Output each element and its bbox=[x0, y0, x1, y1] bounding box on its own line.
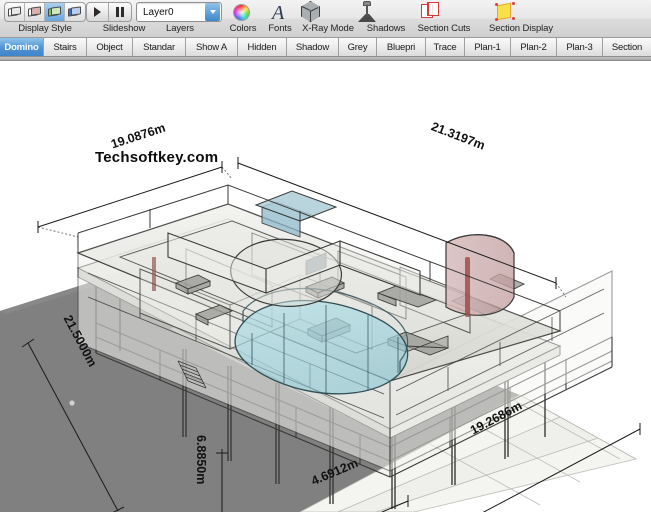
toolbar-labels-row: Display Style Slideshow Layers Colors Fo… bbox=[0, 23, 651, 38]
font-letter-a-icon: A bbox=[272, 2, 285, 24]
pause-icon bbox=[116, 7, 124, 17]
scene-tab-plan-1[interactable]: Plan-1 bbox=[465, 38, 511, 56]
xray-cube-icon bbox=[301, 1, 320, 22]
scene-tab-stairs[interactable]: Stairs bbox=[44, 38, 87, 56]
colors-button[interactable] bbox=[232, 3, 252, 22]
application-window: Layer0 A Display Style Slideshow Layers … bbox=[0, 0, 651, 512]
scene-tab-label: Object bbox=[96, 41, 123, 53]
scene-tab-label: Hidden bbox=[247, 41, 277, 53]
scene-tab-plan-2[interactable]: Plan-2 bbox=[511, 38, 557, 56]
wireframe-book-icon bbox=[7, 6, 22, 18]
scene-tab-plan-3[interactable]: Plan-3 bbox=[557, 38, 603, 56]
scene-tab-label: Bluepri bbox=[386, 41, 416, 53]
scene-tab-label: Shadow bbox=[295, 41, 330, 53]
slideshow-button-group[interactable] bbox=[86, 2, 132, 22]
scene-tab-label: Show A bbox=[195, 41, 227, 53]
scene-tab-label: Domino bbox=[4, 41, 39, 53]
scene-tab-label: Section bbox=[611, 41, 643, 53]
dim-height: 6.8850m bbox=[194, 435, 208, 485]
section-display-icon bbox=[495, 2, 516, 22]
play-icon bbox=[94, 7, 101, 17]
curved-screen-wall bbox=[445, 234, 515, 316]
ground-marker bbox=[69, 400, 75, 406]
textured-book-icon bbox=[68, 6, 82, 18]
section-cuts-button[interactable] bbox=[420, 2, 443, 23]
chevron-down-icon[interactable] bbox=[205, 3, 220, 21]
toolbar-buttons-row: Layer0 A bbox=[0, 0, 651, 24]
layer-select[interactable]: Layer0 bbox=[136, 2, 222, 22]
shadows-button[interactable] bbox=[355, 1, 379, 23]
xray-mode-button[interactable] bbox=[300, 1, 322, 23]
color-wheel-icon bbox=[233, 4, 250, 21]
scene-tab-bar: Domino Stairs Object Standar Show A Hidden Sha… bbox=[0, 38, 651, 57]
scene-tab-grey[interactable]: Grey bbox=[339, 38, 377, 56]
xray-mode-label: X-Ray Mode bbox=[302, 23, 354, 34]
fonts-label: Fonts bbox=[268, 23, 292, 34]
scene-tab-object[interactable]: Object bbox=[87, 38, 133, 56]
scene-tab-label: Stairs bbox=[53, 41, 77, 53]
display-style-shaded-button[interactable] bbox=[45, 3, 65, 21]
display-style-hidden-line-button[interactable] bbox=[25, 3, 45, 21]
fonts-button[interactable]: A bbox=[268, 2, 288, 23]
model-scene bbox=[0, 157, 641, 512]
scene-tab-label: Trace bbox=[433, 41, 457, 53]
scene-tab-trace[interactable]: Trace bbox=[426, 38, 465, 56]
solarium-post bbox=[465, 257, 470, 317]
scene-tab-domino[interactable]: Domino bbox=[0, 38, 44, 56]
scene-tab-label: Plan-3 bbox=[566, 41, 593, 53]
scene-tab-hidden[interactable]: Hidden bbox=[238, 38, 287, 56]
section-cuts-label: Section Cuts bbox=[417, 23, 471, 34]
shadow-caster-icon bbox=[356, 1, 378, 22]
scene-tab-show-a[interactable]: Show A bbox=[186, 38, 238, 56]
display-style-button-group[interactable] bbox=[4, 2, 86, 22]
slideshow-play-button[interactable] bbox=[87, 3, 109, 21]
section-display-label: Section Display bbox=[489, 23, 553, 34]
model-viewport[interactable]: Techsoftkey.com 19.0876m 21.3197m 21.500… bbox=[0, 61, 651, 512]
scene-tab-label: Plan-2 bbox=[520, 41, 547, 53]
layer-select-value: Layer0 bbox=[143, 6, 174, 18]
section-display-button[interactable] bbox=[495, 2, 518, 23]
slideshow-pause-button[interactable] bbox=[109, 3, 131, 21]
scene-tab-label: Grey bbox=[347, 41, 368, 53]
main-toolbar: Layer0 A Display Style Slideshow Layers … bbox=[0, 0, 651, 38]
display-style-wireframe-button[interactable] bbox=[5, 3, 25, 21]
scene-tab-section[interactable]: Section bbox=[603, 38, 651, 56]
watermark-text: Techsoftkey.com bbox=[95, 149, 219, 166]
scene-tab-shadow[interactable]: Shadow bbox=[287, 38, 339, 56]
layers-label: Layers bbox=[166, 23, 194, 34]
display-style-label: Display Style bbox=[18, 23, 72, 34]
scene-tab-label: Standar bbox=[143, 41, 175, 53]
colors-label: Colors bbox=[229, 23, 257, 34]
display-style-textured-button[interactable] bbox=[65, 3, 85, 21]
scene-tab-standar[interactable]: Standar bbox=[133, 38, 186, 56]
scene-tab-bluepri[interactable]: Bluepri bbox=[377, 38, 426, 56]
shaded-book-icon bbox=[47, 6, 62, 18]
section-cuts-icon bbox=[420, 2, 441, 22]
hidden-line-book-icon bbox=[27, 6, 42, 18]
scene-tab-label: Plan-1 bbox=[474, 41, 501, 53]
